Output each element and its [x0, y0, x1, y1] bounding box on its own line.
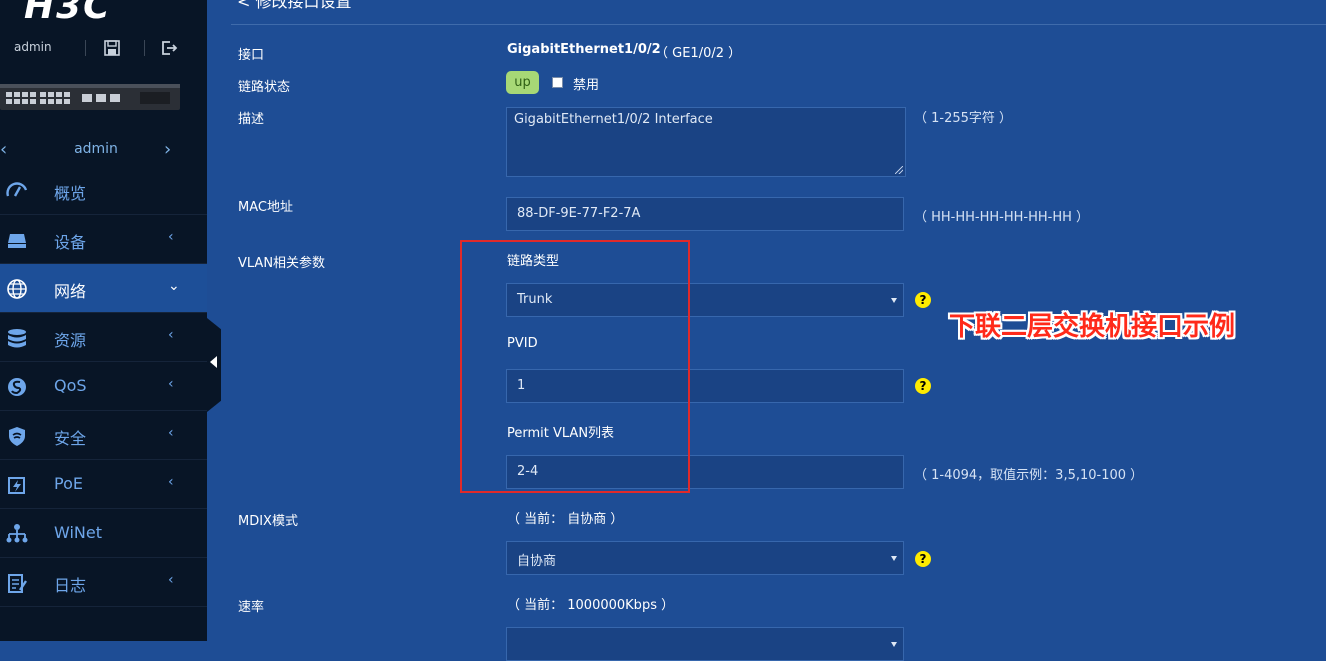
log-icon [8, 574, 27, 593]
device-switcher: ‹ admin › [0, 138, 207, 162]
disable-checkbox-label: 禁用 [573, 78, 600, 93]
divider [144, 40, 145, 56]
gauge-icon [6, 182, 28, 197]
menu-label: PoE [54, 474, 83, 493]
breadcrumb[interactable]: < 修改接口设置 [237, 0, 352, 12]
permit-vlan-hint: （ 1-4094，取值示例：3,5,10-100 ） [914, 468, 1144, 483]
disable-checkbox[interactable] [552, 77, 563, 88]
description-textarea[interactable]: GigabitEthernet1/0/2 Interface [506, 107, 906, 177]
divider [85, 40, 86, 56]
description-hint: （ 1-255字符 ） [914, 111, 1013, 126]
mdix-value: 自协商 [517, 554, 557, 569]
highlight-frame [460, 240, 690, 493]
menu-item-device[interactable]: 设备 ‹ [0, 215, 207, 264]
mdix-current: （ 当前： 自协商 ） [507, 512, 624, 527]
username: admin [14, 40, 52, 54]
shield-icon [9, 427, 25, 446]
chevron-left-icon: ‹ [168, 376, 174, 392]
menu-label: QoS [54, 376, 87, 395]
menu-label: 网络 [54, 282, 87, 301]
database-icon [8, 329, 26, 348]
user-bar: admin [0, 36, 207, 62]
mdix-select[interactable]: 自协商 [506, 541, 904, 575]
link-status-label: 链路状态 [238, 80, 291, 95]
menu-label: 安全 [54, 429, 87, 448]
help-icon[interactable]: ? [915, 292, 931, 308]
menu-item-log[interactable]: 日志 ‹ [0, 558, 207, 607]
description-label: 描述 [238, 112, 265, 127]
resize-handle[interactable] [895, 166, 903, 174]
link-up-badge: up [506, 71, 539, 94]
logout-icon[interactable] [160, 39, 178, 57]
menu-label: WiNet [54, 523, 102, 542]
menu-item-poe[interactable]: PoE ‹ [0, 460, 207, 509]
menu-item-winet[interactable]: WiNet [0, 509, 207, 558]
next-device-icon[interactable]: › [164, 139, 171, 160]
description-value: GigabitEthernet1/0/2 Interface [514, 112, 713, 127]
chevron-left-icon: ‹ [168, 474, 174, 490]
save-icon[interactable] [103, 39, 121, 57]
vlan-params-label: VLAN相关参数 [238, 256, 326, 271]
chevron-left-icon: ‹ [168, 572, 174, 588]
device-icon [8, 234, 26, 248]
mac-value: 88-DF-9E-77-F2-7A [517, 206, 641, 221]
menu-item-network[interactable]: 网络 ⌄ [0, 264, 207, 313]
help-icon[interactable]: ? [915, 378, 931, 394]
switch-device-image [0, 84, 180, 110]
qos-icon [8, 378, 26, 396]
menu-item-qos[interactable]: QoS ‹ [0, 362, 207, 411]
menu-label: 日志 [54, 576, 87, 595]
sidebar: H3C admin ‹ admin › 概览 设备 ‹ 网络 ⌄ 资源 ‹ Qo… [0, 0, 207, 641]
menu-label: 概览 [54, 184, 87, 203]
main-content: < 修改接口设置 接口 GigabitEthernet1/0/2 （ GE1/0… [207, 0, 1326, 661]
h3c-logo: H3C [24, 0, 112, 27]
main-menu: 概览 设备 ‹ 网络 ⌄ 资源 ‹ QoS ‹ 安全 ‹ PoE ‹ WiNet… [0, 166, 207, 607]
menu-label: 设备 [54, 233, 87, 252]
globe-icon [7, 279, 27, 299]
annotation-text: 下联二层交换机接口示例 [949, 312, 1236, 342]
network-tree-icon [6, 524, 28, 543]
menu-item-overview[interactable]: 概览 [0, 166, 207, 215]
speed-select[interactable] [506, 627, 904, 661]
speed-current: （ 当前： 1000000Kbps ） [507, 598, 675, 613]
menu-item-security[interactable]: 安全 ‹ [0, 411, 207, 460]
chevron-down-icon: ⌄ [168, 278, 180, 294]
chevron-left-icon: ‹ [168, 327, 174, 343]
mac-label: MAC地址 [238, 200, 293, 215]
chevron-left-icon: ‹ [168, 425, 174, 441]
help-icon[interactable]: ? [915, 551, 931, 567]
chevron-left-icon: ‹ [168, 229, 174, 245]
mac-input[interactable]: 88-DF-9E-77-F2-7A [506, 197, 904, 231]
mac-hint: （ HH-HH-HH-HH-HH-HH ） [914, 210, 1090, 225]
mdix-label: MDIX模式 [238, 514, 298, 529]
speed-label: 速率 [238, 600, 265, 615]
interface-name: GigabitEthernet1/0/2 [507, 42, 661, 57]
menu-label: 资源 [54, 331, 87, 350]
interface-short-name: （ GE1/0/2 ） [655, 46, 742, 61]
interface-label: 接口 [238, 48, 265, 63]
menu-item-resource[interactable]: 资源 ‹ [0, 313, 207, 362]
poe-icon [8, 477, 25, 494]
divider [231, 24, 1326, 25]
